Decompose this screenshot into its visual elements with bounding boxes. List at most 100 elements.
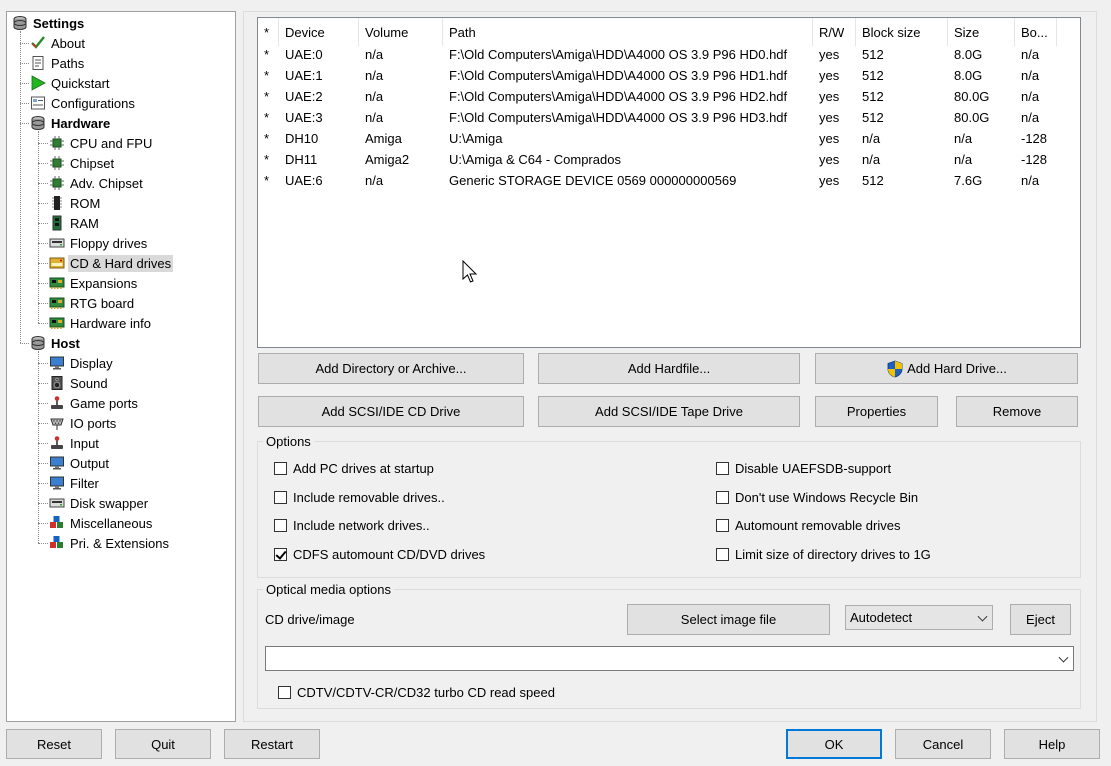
tree-item-cpu-and-fpu[interactable]: CPU and FPU bbox=[49, 133, 154, 153]
table-cell[interactable]: UAE:0 bbox=[279, 44, 359, 65]
cancel-button[interactable]: Cancel bbox=[895, 729, 991, 759]
table-cell[interactable]: * bbox=[258, 149, 279, 170]
table-cell[interactable]: DH11 bbox=[279, 149, 359, 170]
add-cd-drive-button[interactable]: Add SCSI/IDE CD Drive bbox=[258, 396, 524, 427]
option-checkbox[interactable]: Don't use Windows Recycle Bin bbox=[716, 490, 918, 505]
table-cell[interactable]: * bbox=[258, 65, 279, 86]
quit-button[interactable]: Quit bbox=[115, 729, 211, 759]
tree-item-ram[interactable]: RAM bbox=[49, 213, 101, 233]
table-cell[interactable]: yes bbox=[813, 170, 856, 191]
option-checkbox[interactable]: Include removable drives.. bbox=[274, 490, 445, 505]
table-cell[interactable]: 7.6G bbox=[948, 170, 1015, 191]
option-checkbox[interactable]: Add PC drives at startup bbox=[274, 461, 434, 476]
tree-item-cd-hard-drives[interactable]: CD & Hard drives bbox=[49, 253, 174, 273]
column-header[interactable]: * bbox=[258, 18, 279, 46]
table-cell[interactable]: 80.0G bbox=[948, 86, 1015, 107]
restart-button[interactable]: Restart bbox=[224, 729, 320, 759]
tree-item-expansions[interactable]: Expansions bbox=[49, 273, 139, 293]
table-cell[interactable]: Amiga2 bbox=[359, 149, 443, 170]
column-header[interactable]: Device bbox=[279, 18, 359, 46]
settings-tree[interactable]: Settings About Paths Quickstart Configuratio… bbox=[6, 11, 236, 722]
tree-item-sound[interactable]: Sound bbox=[49, 373, 110, 393]
tree-item-rom[interactable]: ROM bbox=[49, 193, 102, 213]
turbo-cd-checkbox[interactable]: CDTV/CDTV-CR/CD32 turbo CD read speed bbox=[278, 685, 555, 700]
ok-button[interactable]: OK bbox=[786, 729, 882, 759]
table-cell[interactable]: 512 bbox=[856, 107, 948, 128]
table-cell[interactable]: F:\Old Computers\Amiga\HDD\A4000 OS 3.9 … bbox=[443, 86, 813, 107]
option-checkbox[interactable]: Include network drives.. bbox=[274, 518, 430, 533]
tree-item-io-ports[interactable]: IO ports bbox=[49, 413, 118, 433]
table-cell[interactable]: yes bbox=[813, 149, 856, 170]
table-cell[interactable]: n/a bbox=[1015, 44, 1057, 65]
table-cell[interactable]: F:\Old Computers\Amiga\HDD\A4000 OS 3.9 … bbox=[443, 65, 813, 86]
table-cell[interactable]: F:\Old Computers\Amiga\HDD\A4000 OS 3.9 … bbox=[443, 44, 813, 65]
table-cell[interactable]: UAE:2 bbox=[279, 86, 359, 107]
table-cell[interactable]: 512 bbox=[856, 65, 948, 86]
table-cell[interactable]: n/a bbox=[948, 128, 1015, 149]
table-cell[interactable]: Amiga bbox=[359, 128, 443, 149]
tree-item-paths[interactable]: Paths bbox=[30, 53, 86, 73]
cd-mode-select[interactable]: Autodetect bbox=[845, 605, 993, 630]
table-cell[interactable]: 8.0G bbox=[948, 44, 1015, 65]
table-cell[interactable]: n/a bbox=[359, 170, 443, 191]
checkbox-box[interactable] bbox=[274, 462, 287, 475]
table-cell[interactable]: UAE:3 bbox=[279, 107, 359, 128]
add-directory-button[interactable]: Add Directory or Archive... bbox=[258, 353, 524, 384]
table-cell[interactable]: n/a bbox=[856, 149, 948, 170]
checkbox-box[interactable] bbox=[274, 548, 287, 561]
column-header[interactable]: Block size bbox=[856, 18, 948, 46]
tree-item-rtg-board[interactable]: RTG board bbox=[49, 293, 136, 313]
tree-item-about[interactable]: About bbox=[30, 33, 87, 53]
tree-item-quickstart[interactable]: Quickstart bbox=[30, 73, 112, 93]
drive-list[interactable]: * Device Volume Path R/W Block size Size Bo... *… bbox=[257, 17, 1081, 348]
table-cell[interactable]: U:\Amiga bbox=[443, 128, 813, 149]
tree-item-miscellaneous[interactable]: Miscellaneous bbox=[49, 513, 154, 533]
table-cell[interactable]: F:\Old Computers\Amiga\HDD\A4000 OS 3.9 … bbox=[443, 107, 813, 128]
table-cell[interactable]: n/a bbox=[1015, 170, 1057, 191]
option-checkbox[interactable]: Limit size of directory drives to 1G bbox=[716, 547, 931, 562]
table-cell[interactable]: n/a bbox=[1015, 65, 1057, 86]
cd-image-path-combo[interactable] bbox=[265, 646, 1074, 671]
table-cell[interactable]: yes bbox=[813, 128, 856, 149]
turbo-cd-checkbox-box[interactable] bbox=[278, 686, 291, 699]
reset-button[interactable]: Reset bbox=[6, 729, 102, 759]
checkbox-box[interactable] bbox=[716, 491, 729, 504]
table-cell[interactable]: n/a bbox=[359, 65, 443, 86]
eject-button[interactable]: Eject bbox=[1010, 604, 1071, 635]
table-cell[interactable]: * bbox=[258, 170, 279, 191]
column-header[interactable]: Path bbox=[443, 18, 813, 46]
remove-button[interactable]: Remove bbox=[956, 396, 1078, 427]
option-checkbox[interactable]: Automount removable drives bbox=[716, 518, 900, 533]
checkbox-box[interactable] bbox=[716, 462, 729, 475]
table-cell[interactable]: n/a bbox=[359, 107, 443, 128]
table-cell[interactable]: * bbox=[258, 107, 279, 128]
table-cell[interactable]: * bbox=[258, 86, 279, 107]
tree-item-display[interactable]: Display bbox=[49, 353, 115, 373]
table-cell[interactable]: -128 bbox=[1015, 149, 1057, 170]
add-tape-drive-button[interactable]: Add SCSI/IDE Tape Drive bbox=[538, 396, 800, 427]
add-hard-drive-button[interactable]: Add Hard Drive... bbox=[815, 353, 1078, 384]
table-cell[interactable]: U:\Amiga & C64 - Comprados bbox=[443, 149, 813, 170]
add-hardfile-button[interactable]: Add Hardfile... bbox=[538, 353, 800, 384]
tree-item-input[interactable]: Input bbox=[49, 433, 101, 453]
table-cell[interactable]: UAE:1 bbox=[279, 65, 359, 86]
table-cell[interactable]: n/a bbox=[948, 149, 1015, 170]
column-header[interactable]: Volume bbox=[359, 18, 443, 46]
help-button[interactable]: Help bbox=[1004, 729, 1100, 759]
column-header[interactable]: Size bbox=[948, 18, 1015, 46]
table-cell[interactable]: -128 bbox=[1015, 128, 1057, 149]
checkbox-box[interactable] bbox=[716, 519, 729, 532]
tree-item-floppy-drives[interactable]: Floppy drives bbox=[49, 233, 149, 253]
tree-item-pri-extensions[interactable]: Pri. & Extensions bbox=[49, 533, 171, 553]
tree-item-disk-swapper[interactable]: Disk swapper bbox=[49, 493, 150, 513]
table-cell[interactable]: n/a bbox=[856, 128, 948, 149]
table-cell[interactable]: n/a bbox=[1015, 107, 1057, 128]
select-image-file-button[interactable]: Select image file bbox=[627, 604, 830, 635]
properties-button[interactable]: Properties bbox=[815, 396, 938, 427]
tree-item-hardware[interactable]: Hardware bbox=[30, 113, 112, 133]
tree-item-chipset[interactable]: Chipset bbox=[49, 153, 116, 173]
table-cell[interactable]: Generic STORAGE DEVICE 0569 000000000569 bbox=[443, 170, 813, 191]
table-cell[interactable]: 512 bbox=[856, 170, 948, 191]
table-cell[interactable]: 80.0G bbox=[948, 107, 1015, 128]
table-cell[interactable]: yes bbox=[813, 65, 856, 86]
